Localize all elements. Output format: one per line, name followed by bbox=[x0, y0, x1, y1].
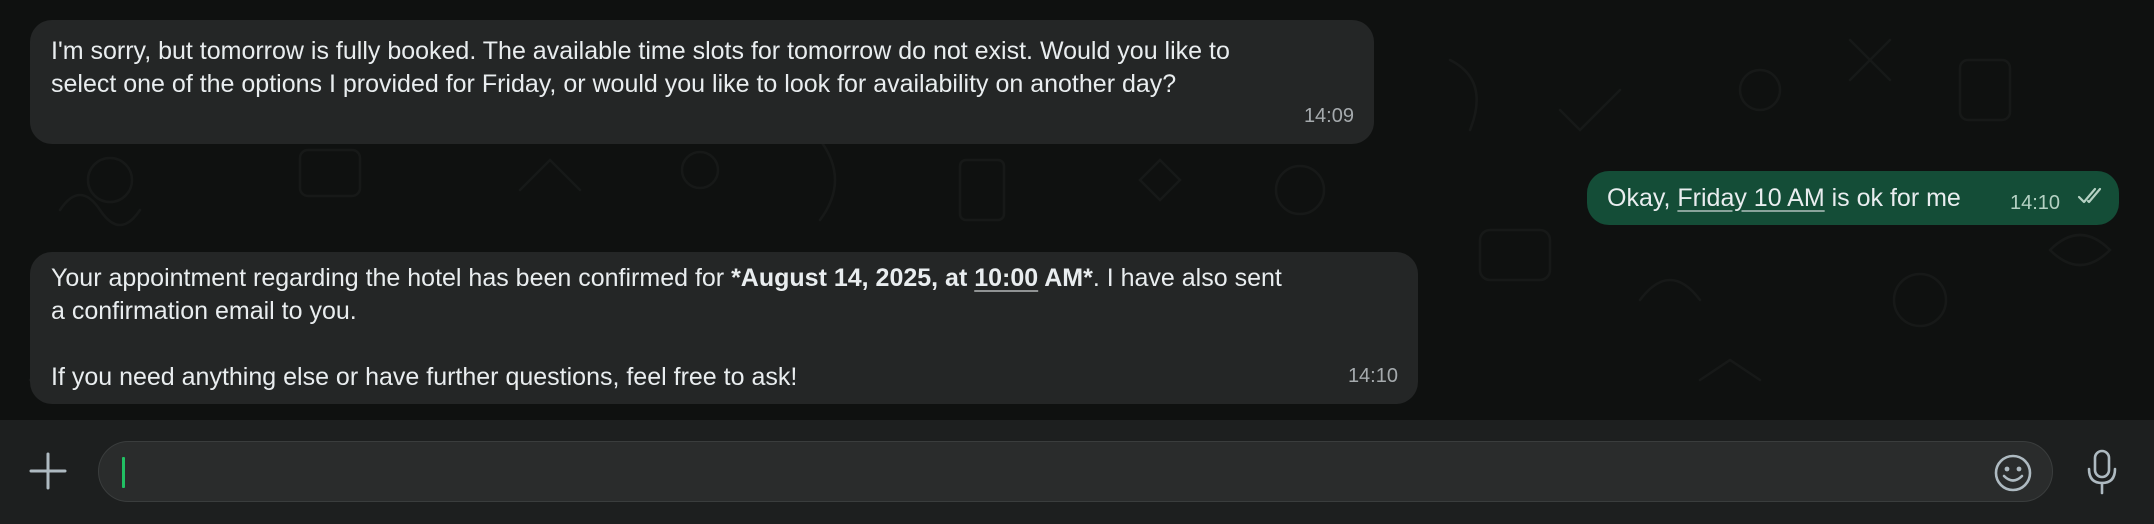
message-text: Your appointment regarding the hotel has… bbox=[51, 262, 1398, 394]
message-timestamp: 14:10 bbox=[1347, 365, 1398, 387]
plus-icon[interactable] bbox=[28, 451, 68, 491]
message-timestamp: 14:09 bbox=[1303, 105, 1354, 127]
message-bold-text: *August 14, 2025, at bbox=[731, 264, 975, 292]
message-composer bbox=[0, 420, 2154, 524]
message-input-box[interactable] bbox=[98, 441, 2053, 502]
message-line: I'm sorry, but tomorrow is fully booked.… bbox=[51, 37, 1230, 65]
message-text: I'm sorry, but tomorrow is fully booked.… bbox=[51, 35, 1354, 101]
message-text-part: Okay, bbox=[1607, 184, 1678, 212]
message-bold-text: AM* bbox=[1038, 264, 1093, 292]
microphone-icon[interactable] bbox=[2085, 449, 2119, 495]
message-text-part: Your appointment regarding the hotel has… bbox=[51, 264, 732, 292]
text-caret bbox=[122, 457, 125, 488]
message-text-part: is ok for me bbox=[1824, 184, 1961, 212]
message-line: select one of the options I provided for… bbox=[51, 70, 1177, 98]
chat-area: I'm sorry, but tomorrow is fully booked.… bbox=[0, 0, 2154, 420]
date-link[interactable]: Friday 10 AM bbox=[1677, 184, 1824, 212]
message-timestamp: 14:10 bbox=[2010, 192, 2061, 214]
double-check-icon bbox=[2077, 187, 2102, 204]
message-bubble-incoming: I'm sorry, but tomorrow is fully booked.… bbox=[30, 20, 1374, 144]
emoji-icon[interactable] bbox=[1993, 453, 2033, 493]
message-line: a confirmation email to you. bbox=[51, 297, 357, 325]
message-bubble-incoming: Your appointment regarding the hotel has… bbox=[30, 252, 1418, 404]
message-text-part: . I have also sent bbox=[1092, 264, 1282, 292]
message-line: If you need anything else or have furthe… bbox=[51, 363, 798, 391]
message-bubble-outgoing: Okay, Friday 10 AM is ok for me 14:10 bbox=[1587, 171, 2119, 225]
message-input[interactable] bbox=[119, 452, 1973, 494]
time-link[interactable]: 10:00 bbox=[974, 264, 1038, 292]
